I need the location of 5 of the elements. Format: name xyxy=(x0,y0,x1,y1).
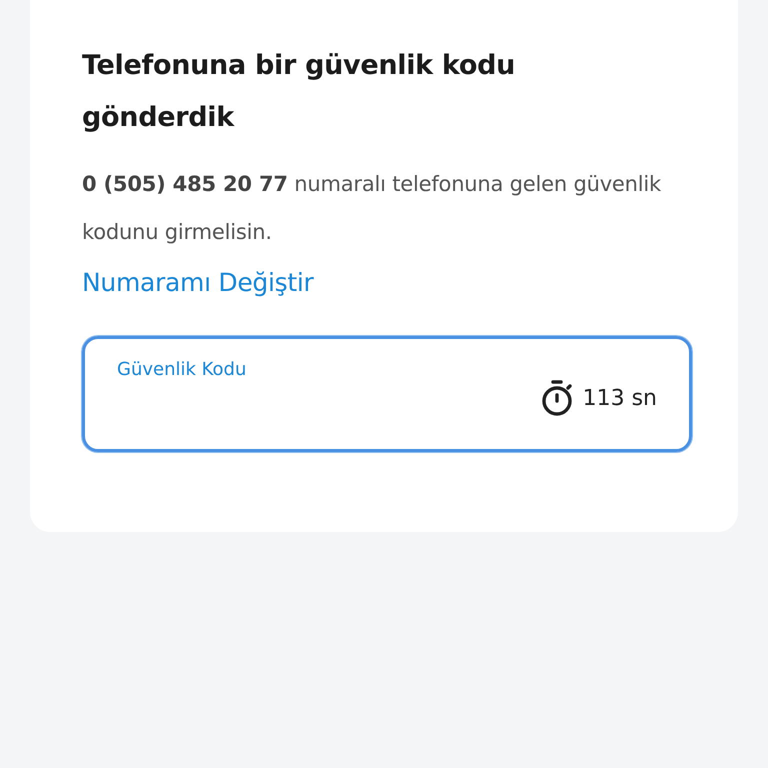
countdown-text: 113 sn xyxy=(582,386,657,410)
heading: Telefonuna bir güvenlik kodu gönderdik xyxy=(82,49,516,135)
change-number-link[interactable]: Numaramı Değiştir xyxy=(82,266,314,300)
security-code-field[interactable]: Güvenlik Kodu 113 sn xyxy=(82,336,692,452)
instruction-text: 0 (505) 485 20 77 numaralı telefonuna gelen güvenlik kodunu girmelisin. xyxy=(82,171,662,246)
